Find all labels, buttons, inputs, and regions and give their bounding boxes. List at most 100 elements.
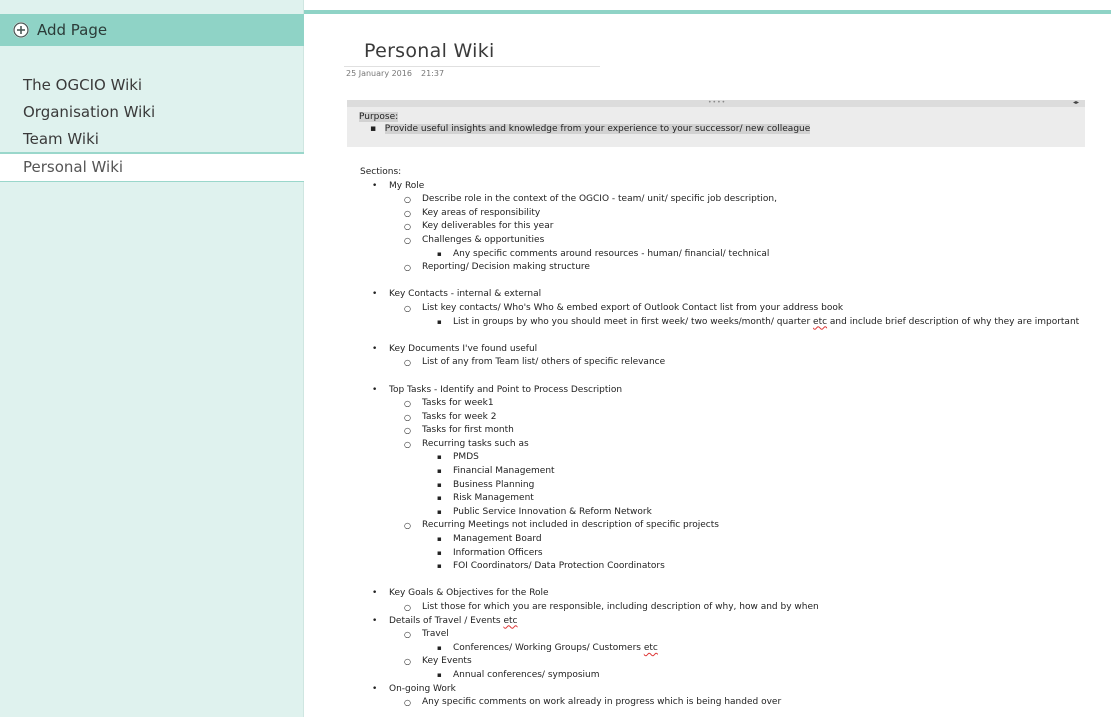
- outline-item-text: Risk Management: [453, 493, 534, 504]
- outline-item-text: Key deliverables for this year: [422, 221, 554, 232]
- outline-item-text: Key areas of responsibility: [422, 207, 541, 218]
- hollow-bullet-icon: ○: [404, 399, 411, 409]
- bullet-icon: •: [372, 343, 378, 354]
- section-accent-bar: [304, 10, 1111, 14]
- outline-item-level-2[interactable]: ○ Recurring Meetings not included in desc…: [360, 519, 1105, 533]
- outline-item-level-1[interactable]: • Key Documents I've found useful: [360, 343, 1105, 357]
- outline-item-text: Details of Travel / Events etc: [389, 615, 518, 626]
- square-bullet-icon: ▪: [437, 507, 442, 516]
- hollow-bullet-icon: ○: [404, 698, 411, 708]
- outline-item-level-2[interactable]: ○ Tasks for week1: [360, 397, 1105, 411]
- outline-item-level-2[interactable]: ○ Tasks for first month: [360, 424, 1105, 438]
- hollow-bullet-icon: ○: [404, 222, 411, 232]
- outline-item-level-2[interactable]: ○ Key deliverables for this year: [360, 220, 1105, 234]
- hollow-bullet-icon: ○: [404, 603, 411, 612]
- outline-item-text: On-going Work: [389, 683, 456, 694]
- bullet-icon: •: [372, 289, 378, 300]
- outline-item-text: Top Tasks - Identify and Point to Proces…: [389, 384, 623, 395]
- outline-item-level-2[interactable]: ○ Travel: [360, 628, 1105, 642]
- add-page-button[interactable]: Add Page: [0, 14, 304, 46]
- page-item-personal-wiki-selected[interactable]: Personal Wiki: [0, 153, 304, 182]
- hollow-bullet-icon: ○: [404, 412, 411, 422]
- hollow-bullet-icon: ○: [404, 426, 411, 436]
- outline-item-text: Conferences/ Working Groups/ Customers e…: [453, 642, 658, 653]
- outline-item-level-2[interactable]: ○ Challenges & opportunities: [360, 234, 1105, 248]
- outline-item-level-3[interactable]: ▪ Financial Management: [360, 465, 1105, 479]
- outline-item-text: Recurring tasks such as: [422, 438, 529, 449]
- hollow-bullet-icon: ○: [404, 630, 411, 640]
- hollow-bullet-icon: ○: [404, 208, 411, 218]
- outline-item-level-3[interactable]: ▪ Risk Management: [360, 492, 1105, 506]
- outline-item-level-2[interactable]: ○ List key contacts/ Who's Who & embed ex…: [360, 302, 1105, 316]
- outline-item-level-2[interactable]: ○ List those for which you are responsibl…: [360, 601, 1105, 615]
- outline-item-text: Tasks for week1: [422, 398, 494, 409]
- outline-item-level-2[interactable]: ○ Key areas of responsibility: [360, 207, 1105, 221]
- outline-item-level-2[interactable]: ○ Key Events: [360, 655, 1105, 669]
- square-bullet-icon: ▪: [437, 562, 442, 571]
- purpose-label-text: Purpose:: [359, 112, 399, 122]
- outline-item-text: Any specific comments on work already in…: [422, 697, 782, 708]
- purpose-bullet-item[interactable]: ▪ Provide useful insights and knowledge …: [370, 124, 811, 134]
- outline-item-level-3[interactable]: ▪ Annual conferences/ symposium: [360, 669, 1105, 683]
- hollow-bullet-icon: ○: [404, 521, 411, 531]
- outline-item-level-3[interactable]: ▪ Conferences/ Working Groups/ Customers …: [360, 642, 1105, 656]
- outline-item-level-1[interactable]: • On-going Work: [360, 683, 1105, 697]
- square-bullet-icon: ▪: [437, 494, 442, 503]
- bullet-icon: ▪: [370, 124, 377, 134]
- outline-item-level-3[interactable]: ▪ List in groups by who you should meet i…: [360, 316, 1105, 330]
- outline-item-level-1[interactable]: • Details of Travel / Events etc: [360, 615, 1105, 629]
- purpose-item-text: Provide useful insights and knowledge fr…: [384, 124, 811, 134]
- resize-arrows-icon[interactable]: ◂▸: [1073, 99, 1079, 106]
- outline-item-text: Business Planning: [453, 479, 535, 490]
- page-item-ogcio-wiki[interactable]: The OGCIO Wiki: [0, 72, 304, 99]
- outline-item-level-3[interactable]: ▪ FOI Coordinators/ Data Protection Coord…: [360, 560, 1105, 574]
- outline-item-text: List in groups by who you should meet in…: [453, 316, 1080, 327]
- hollow-bullet-icon: ○: [404, 303, 411, 313]
- purpose-label[interactable]: Purpose:: [359, 112, 399, 122]
- outline-item-level-2[interactable]: ○ Tasks for week 2: [360, 411, 1105, 425]
- page-item-organisation-wiki[interactable]: Organisation Wiki: [0, 99, 304, 126]
- square-bullet-icon: ▪: [437, 480, 442, 489]
- outline-item-text: Recurring Meetings not included in descr…: [422, 520, 719, 531]
- outline-item-level-1[interactable]: • Top Tasks - Identify and Point to Proce…: [360, 384, 1105, 398]
- outline-item-text: Tasks for first month: [422, 425, 514, 436]
- outline-item-text: Reporting/ Decision making structure: [422, 262, 590, 273]
- outline-item-level-2[interactable]: ○ Describe role in the context of the OGC…: [360, 193, 1105, 207]
- page-title[interactable]: Personal Wiki: [364, 40, 495, 62]
- outline-item-level-2[interactable]: ○ List of any from Team list/ others of s…: [360, 356, 1105, 370]
- sections-outline[interactable]: Sections: • My Role ○ Describe role in the …: [360, 166, 1105, 710]
- outline-item-text: My Role: [389, 180, 425, 191]
- sections-label: Sections:: [360, 167, 402, 177]
- page-item-team-wiki[interactable]: Team Wiki: [0, 126, 304, 153]
- outline-item-level-1[interactable]: • My Role: [360, 180, 1105, 194]
- outline-item-text: Key Events: [422, 656, 472, 667]
- outline-item-level-3[interactable]: ▪ Information Officers: [360, 547, 1105, 561]
- outline-item-level-3[interactable]: ▪ PMDS: [360, 451, 1105, 465]
- outline-item-level-3[interactable]: ▪ Any specific comments around resources …: [360, 248, 1105, 262]
- outline-item-level-2[interactable]: ○ Reporting/ Decision making structure: [360, 261, 1105, 275]
- square-bullet-icon: ▪: [437, 249, 442, 258]
- drag-dots-icon[interactable]: ••••: [708, 99, 726, 106]
- outline-item-text: Travel: [422, 629, 449, 640]
- outline-item-text: Management Board: [453, 534, 542, 545]
- outline-item-level-1[interactable]: • Key Goals & Objectives for the Role: [360, 587, 1105, 601]
- outline-spacer: [360, 329, 1105, 343]
- bullet-icon: •: [372, 683, 378, 694]
- outline-spacer: [360, 275, 1105, 289]
- square-bullet-icon: ▪: [437, 453, 442, 462]
- square-bullet-icon: ▪: [437, 643, 442, 652]
- square-bullet-icon: ▪: [437, 548, 442, 557]
- outline-item-level-2[interactable]: ○ Recurring tasks such as: [360, 438, 1105, 452]
- outline-item-text: Key Contacts - internal & external: [389, 289, 542, 300]
- outline-item-level-3[interactable]: ▪ Public Service Innovation & Reform Netw…: [360, 506, 1105, 520]
- outline-item-text: List of any from Team list/ others of sp…: [422, 357, 666, 368]
- outline-item-level-3[interactable]: ▪ Management Board: [360, 533, 1105, 547]
- outline-item-level-1[interactable]: • Key Contacts - internal & external: [360, 288, 1105, 302]
- bullet-icon: •: [372, 180, 378, 191]
- outline-item-level-2[interactable]: ○ Any specific comments on work already i…: [360, 696, 1105, 710]
- page-time: 21:37: [421, 69, 445, 78]
- outline-item-text: Describe role in the context of the OGCI…: [422, 194, 777, 205]
- outline-item-level-3[interactable]: ▪ Business Planning: [360, 479, 1105, 493]
- outline-item-text: Tasks for week 2: [422, 411, 497, 422]
- square-bullet-icon: ▪: [437, 535, 442, 544]
